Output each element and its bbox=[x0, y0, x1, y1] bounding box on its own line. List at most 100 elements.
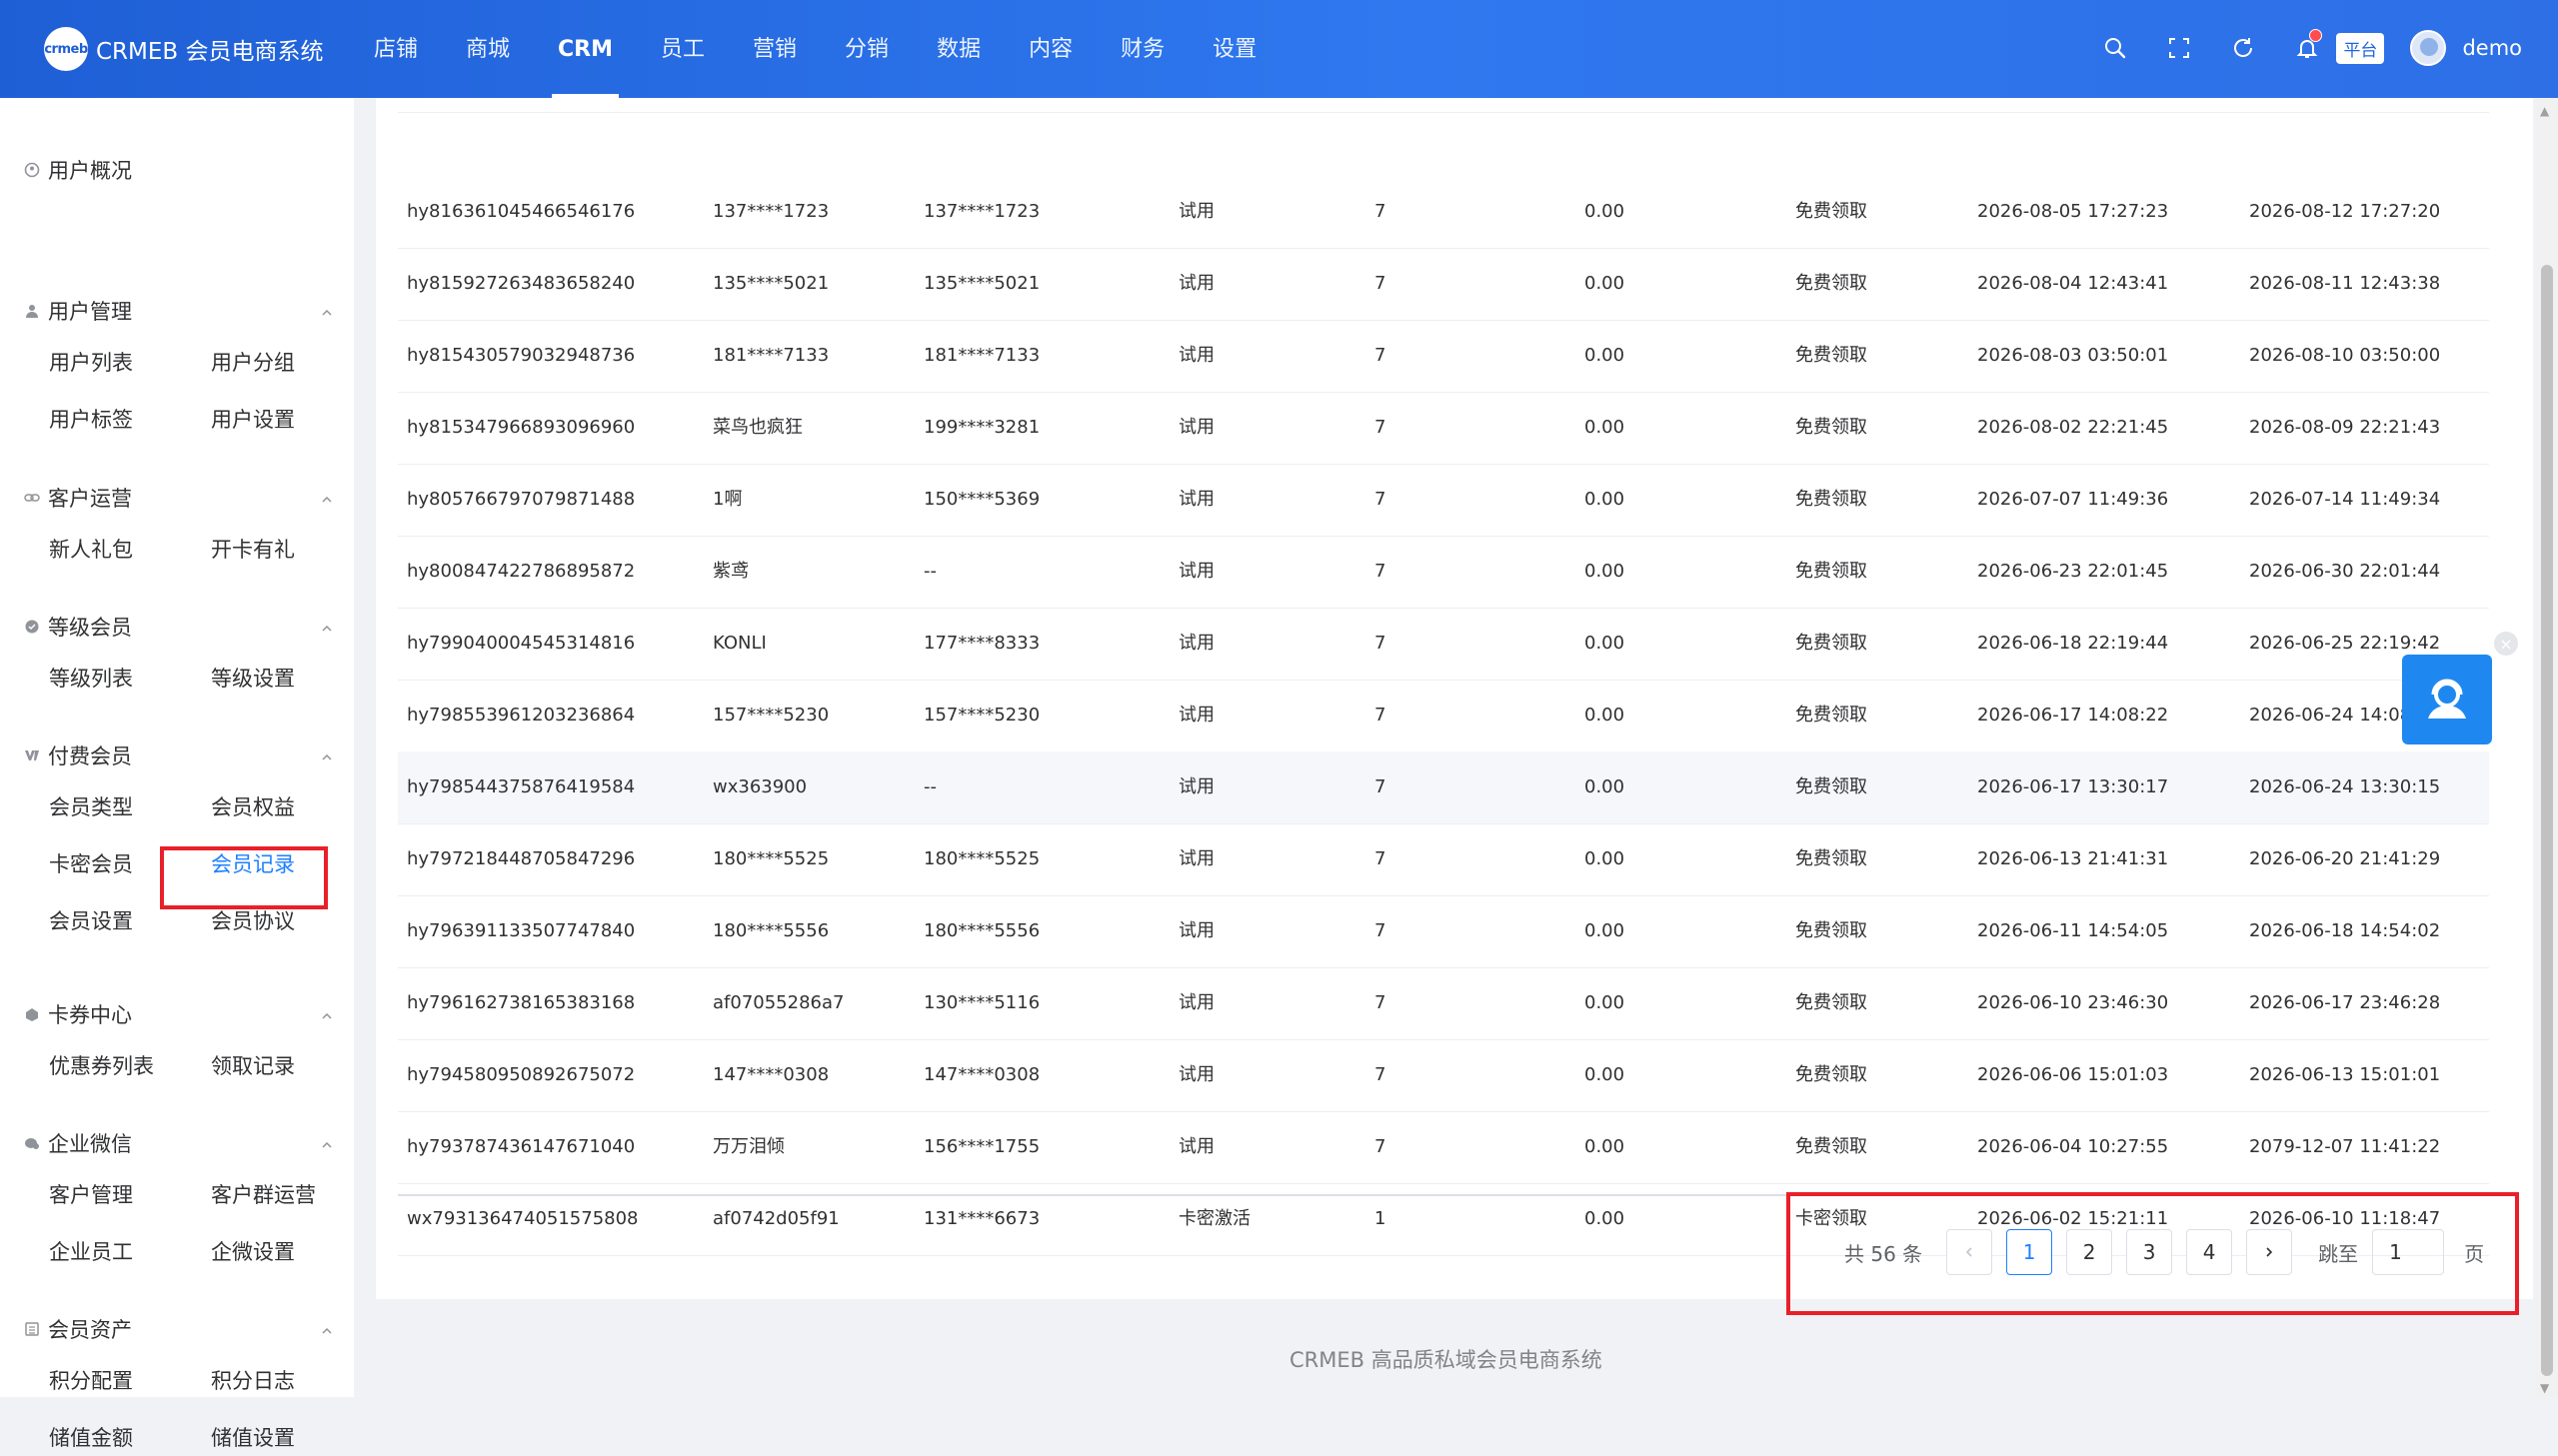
sidebar-item[interactable]: 等级列表 bbox=[49, 661, 133, 697]
table-cell: 2026-07-14 11:49:34 bbox=[2249, 489, 2441, 510]
sidebar-item[interactable]: 优惠券列表 bbox=[49, 1048, 154, 1084]
table-row[interactable]: hy796391133507747840 180****5556 180****55… bbox=[398, 895, 2489, 968]
chevron-up-icon[interactable] bbox=[320, 301, 334, 325]
sidebar-group-title[interactable]: 卡券中心 bbox=[24, 994, 334, 1034]
scroll-up-icon[interactable]: ▲ bbox=[2540, 104, 2549, 118]
sidebar-group-title[interactable]: 客户运营 bbox=[24, 478, 334, 518]
table-cell: 免费领取 bbox=[1795, 417, 1867, 438]
sidebar-item[interactable]: 积分配置 bbox=[49, 1363, 133, 1399]
close-icon[interactable]: × bbox=[2494, 632, 2518, 656]
table-cell: 试用 bbox=[1179, 489, 1215, 510]
table-cell: 0.00 bbox=[1584, 776, 1625, 797]
nav-item[interactable]: 内容 bbox=[1005, 0, 1097, 98]
table-cell: 180****5525 bbox=[924, 848, 1041, 869]
chevron-up-icon[interactable] bbox=[320, 1004, 334, 1028]
sidebar-item[interactable]: 等级设置 bbox=[211, 661, 295, 697]
table-cell: hy815927263483658240 bbox=[407, 273, 636, 294]
sidebar-item[interactable]: 企业员工 bbox=[49, 1234, 133, 1270]
nav-item[interactable]: 分销 bbox=[821, 0, 913, 98]
table-cell: 7 bbox=[1374, 201, 1386, 222]
fullscreen-icon[interactable] bbox=[2164, 33, 2194, 63]
customer-service-button[interactable] bbox=[2402, 655, 2492, 744]
nav-item[interactable]: CRM bbox=[534, 0, 637, 98]
table-row[interactable]: hy798553961203236864 157****5230 157****52… bbox=[398, 680, 2489, 752]
refresh-icon[interactable] bbox=[2228, 33, 2258, 63]
table-row[interactable]: hy805766797079871488 1啊 150****5369 试用 7 0.00… bbox=[398, 464, 2489, 537]
scrollbar-thumb[interactable] bbox=[2541, 265, 2553, 1376]
nav-item[interactable]: 商城 bbox=[442, 0, 534, 98]
scroll-down-icon[interactable]: ▼ bbox=[2540, 1381, 2549, 1395]
table-cell: 试用 bbox=[1179, 992, 1215, 1013]
table-row[interactable]: hy796162738165383168 af07055286a7 130****5… bbox=[398, 967, 2489, 1040]
sidebar-group-title[interactable]: 付费会员 bbox=[24, 735, 334, 775]
table-cell: 2026-06-06 15:01:03 bbox=[1977, 1064, 2169, 1085]
sidebar-item[interactable]: 用户分组 bbox=[211, 345, 295, 381]
table-row[interactable]: hy798544375876419584 wx363900 -- 试用 7 0.00 免费领… bbox=[398, 751, 2489, 824]
nav-item[interactable]: 设置 bbox=[1189, 0, 1280, 98]
user-name[interactable]: demo bbox=[2462, 36, 2522, 60]
sidebar-item[interactable]: 储值金额 bbox=[49, 1420, 133, 1456]
sidebar-item[interactable]: 储值设置 bbox=[211, 1420, 295, 1456]
table-cell: af07055286a7 bbox=[713, 992, 845, 1013]
table-row[interactable]: hy816361045466546176 137****1723 137****17… bbox=[398, 176, 2489, 249]
bell-icon[interactable] bbox=[2292, 29, 2323, 63]
logo-text: CRMEB 会员电商系统 bbox=[96, 39, 324, 65]
nav-item[interactable]: 营销 bbox=[729, 0, 821, 98]
sidebar-group-label: 会员资产 bbox=[48, 1318, 132, 1342]
logo[interactable]: crmeb CRMEB 会员电商系统 bbox=[44, 27, 324, 71]
table-row[interactable]: hy797218448705847296 180****5525 180****55… bbox=[398, 823, 2489, 896]
sidebar-item[interactable]: 会员权益 bbox=[211, 789, 295, 825]
table-cell: wx363900 bbox=[713, 776, 808, 797]
table-cell: hy799040004545314816 bbox=[407, 633, 636, 654]
sidebar-group-title[interactable]: 会员资产 bbox=[24, 1309, 334, 1349]
chevron-up-icon[interactable] bbox=[320, 1133, 334, 1157]
table-cell: 试用 bbox=[1179, 345, 1215, 366]
chevron-up-icon[interactable] bbox=[320, 488, 334, 512]
nav-item[interactable]: 财务 bbox=[1097, 0, 1189, 98]
chevron-up-icon[interactable] bbox=[320, 617, 334, 641]
sidebar-group-title[interactable]: 用户管理 bbox=[24, 291, 334, 331]
table-row[interactable]: hy793787436147671040 万万泪倾 156****1755 试用 7 0.… bbox=[398, 1111, 2489, 1184]
sidebar-item[interactable]: 开卡有礼 bbox=[211, 532, 295, 568]
nav-item[interactable]: 店铺 bbox=[350, 0, 442, 98]
table-cell: 试用 bbox=[1179, 561, 1215, 582]
sidebar-item[interactable]: 用户标签 bbox=[49, 402, 133, 438]
chevron-up-icon[interactable] bbox=[320, 1319, 334, 1343]
table-cell: 7 bbox=[1374, 992, 1386, 1013]
table-cell: 2026-06-23 22:01:45 bbox=[1977, 561, 2169, 582]
table-cell: 177****8333 bbox=[924, 633, 1041, 654]
sidebar-group-title[interactable]: 等级会员 bbox=[24, 607, 334, 647]
chevron-up-icon[interactable] bbox=[320, 745, 334, 769]
sidebar-item[interactable]: 积分日志 bbox=[211, 1363, 295, 1399]
nav-item[interactable]: 员工 bbox=[637, 0, 729, 98]
sidebar-item[interactable]: 用户设置 bbox=[211, 402, 295, 438]
sidebar-item[interactable]: 新人礼包 bbox=[49, 532, 133, 568]
sidebar-item[interactable]: 卡密会员 bbox=[49, 846, 133, 882]
sidebar-item[interactable]: 会员设置 bbox=[49, 903, 133, 939]
sidebar-item[interactable]: 企微设置 bbox=[211, 1234, 295, 1270]
table-cell: 免费领取 bbox=[1795, 633, 1867, 654]
platform-badge[interactable]: 平台 bbox=[2336, 32, 2385, 64]
table-row[interactable]: hy815347966893096960 菜鸟也疯狂 199****3281 试用 7 0… bbox=[398, 392, 2489, 465]
table-row[interactable]: hy815430579032948736 181****7133 181****71… bbox=[398, 320, 2489, 393]
sidebar-group-title[interactable]: 企业微信 bbox=[24, 1123, 334, 1163]
table-cell: 7 bbox=[1374, 776, 1386, 797]
table-cell: hy794580950892675072 bbox=[407, 1064, 636, 1085]
table-row[interactable]: hy815927263483658240 135****5021 135****50… bbox=[398, 248, 2489, 321]
sidebar-item[interactable]: 用户列表 bbox=[49, 345, 133, 381]
sidebar-item-overview[interactable]: 用户概况 bbox=[24, 150, 132, 190]
avatar[interactable] bbox=[2410, 30, 2447, 66]
content-card: hy816361045466546176 137****1723 137****17… bbox=[376, 98, 2533, 1299]
sidebar-item[interactable]: 客户管理 bbox=[49, 1177, 133, 1213]
table-row[interactable]: hy794580950892675072 147****0308 147****03… bbox=[398, 1039, 2489, 1112]
sidebar-item[interactable]: 客户群运营 bbox=[211, 1177, 316, 1213]
table-row[interactable]: hy800847422786895872 紫鸢 -- 试用 7 0.00 免费领取 2026-… bbox=[398, 536, 2489, 609]
nav-item[interactable]: 数据 bbox=[913, 0, 1005, 98]
sidebar-item[interactable]: 会员类型 bbox=[49, 789, 133, 825]
sidebar-item[interactable]: 领取记录 bbox=[211, 1048, 295, 1084]
wechat-work-icon bbox=[24, 1135, 40, 1151]
table-row[interactable]: hy799040004545314816 KONLI 177****8333 试用 7 0… bbox=[398, 608, 2489, 681]
table-cell: 7 bbox=[1374, 920, 1386, 941]
search-icon[interactable] bbox=[2100, 33, 2130, 63]
table-cell: 2026-08-04 12:43:41 bbox=[1977, 273, 2169, 294]
